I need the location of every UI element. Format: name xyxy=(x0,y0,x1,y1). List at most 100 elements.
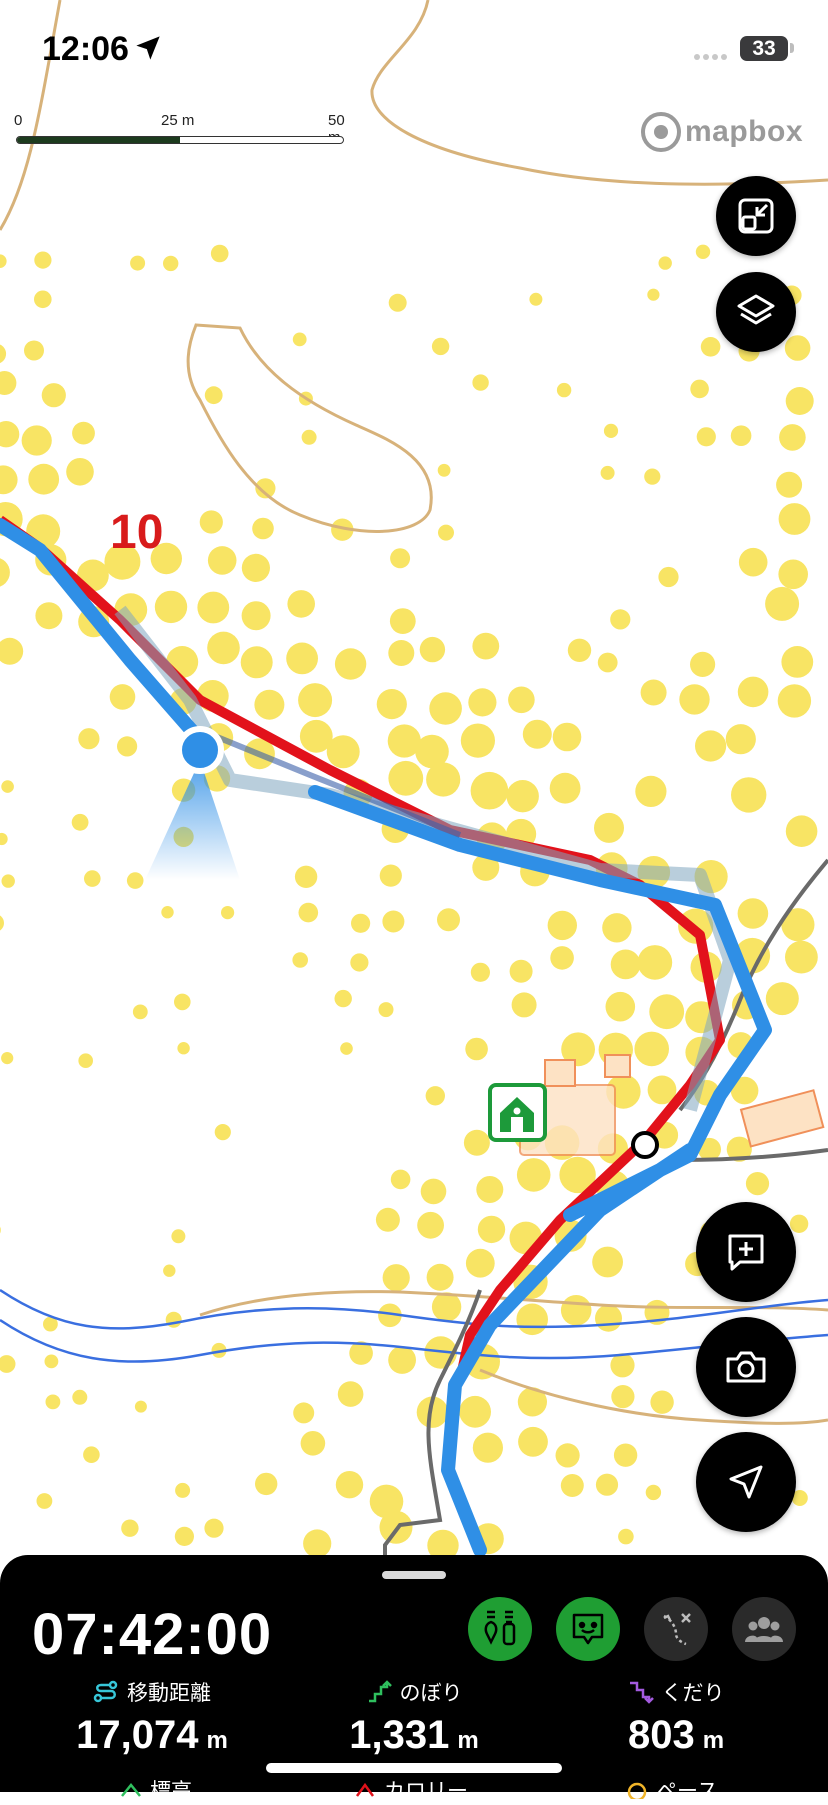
stat-ascent-value: 1,331 xyxy=(349,1713,450,1757)
heat-dot xyxy=(240,646,273,679)
stat-descent-label: くだり xyxy=(661,1682,725,1705)
heat-dot xyxy=(132,1004,148,1020)
scale-bar-fill xyxy=(17,137,180,143)
chat-icon xyxy=(572,1613,604,1645)
mode-chat-button[interactable] xyxy=(556,1597,620,1661)
heat-dot xyxy=(389,608,416,634)
waypoint-marker xyxy=(631,1131,659,1159)
heat-dot xyxy=(34,290,52,309)
heat-dot xyxy=(154,590,188,624)
heat-dot xyxy=(745,1172,770,1196)
heat-dot xyxy=(779,424,806,451)
heat-dot xyxy=(351,913,371,933)
heat-dot xyxy=(431,337,450,356)
heat-dot xyxy=(516,1158,551,1192)
heat-dot xyxy=(784,335,811,361)
signal-dots-icon xyxy=(694,54,727,60)
heat-dot xyxy=(765,982,799,1016)
add-note-button[interactable] xyxy=(696,1202,796,1302)
heat-dot xyxy=(294,865,318,888)
heat-dot xyxy=(776,471,803,498)
camera-button[interactable] xyxy=(696,1317,796,1417)
heat-dot xyxy=(298,902,319,923)
heat-dot xyxy=(610,1353,635,1378)
stat-distance: 移動距離 17,074 m xyxy=(42,1677,262,1758)
heat-dot xyxy=(470,962,490,982)
heat-dot xyxy=(508,686,535,714)
heat-dot xyxy=(255,1472,278,1496)
heat-dot xyxy=(610,609,631,630)
collapse-map-button[interactable] xyxy=(716,176,796,256)
heat-dot xyxy=(785,940,818,974)
heat-dot xyxy=(71,813,89,831)
heat-dot xyxy=(613,1443,638,1467)
activity-bottom-sheet[interactable]: 07:42:00 移動距離 17,074 m のぼり 1,331 m くだり 8… xyxy=(0,1555,828,1803)
scale-bar-track xyxy=(16,136,344,144)
heat-dot xyxy=(529,292,543,306)
mode-group-button[interactable] xyxy=(732,1597,796,1661)
mapbox-attribution[interactable]: mapbox xyxy=(641,110,803,154)
group-icon xyxy=(745,1617,783,1642)
heat-dot xyxy=(197,591,230,624)
heat-dot xyxy=(28,463,60,495)
sheet-drag-handle[interactable] xyxy=(382,1571,446,1579)
heat-dot xyxy=(635,775,667,808)
heat-dot xyxy=(210,244,229,263)
heat-dot xyxy=(550,946,574,970)
heat-dot xyxy=(738,547,768,577)
heat-dot xyxy=(459,1395,491,1428)
heat-dot xyxy=(506,780,539,813)
heat-dot xyxy=(161,906,174,919)
heat-dot xyxy=(21,425,52,456)
layers-button[interactable] xyxy=(716,272,796,352)
heat-dot xyxy=(429,692,462,725)
heat-dot xyxy=(637,945,673,980)
navigate-button[interactable] xyxy=(696,1432,796,1532)
heat-dot xyxy=(177,1042,190,1055)
heat-dot xyxy=(130,255,146,271)
heat-dot xyxy=(204,1518,224,1538)
home-indicator[interactable] xyxy=(266,1763,562,1773)
heat-dot xyxy=(199,510,223,534)
heat-dot xyxy=(390,1169,411,1190)
stat-ascent-label-row: のぼり xyxy=(304,1677,524,1707)
mode-route-button[interactable] xyxy=(644,1597,708,1661)
heat-dot xyxy=(388,1346,416,1374)
battery-cap xyxy=(790,43,794,53)
pace-icon xyxy=(627,1782,647,1799)
stat-distance-label-row: 移動距離 xyxy=(42,1677,262,1707)
heat-dot xyxy=(221,906,235,920)
stat-ascent-label: のぼり xyxy=(399,1682,463,1705)
scale-tick-25: 25 m xyxy=(161,112,195,129)
heat-dot xyxy=(552,722,582,752)
ascent-icon xyxy=(368,1680,392,1703)
stat-calorie-label: カロリー xyxy=(384,1780,468,1803)
heat-dot xyxy=(420,1178,447,1205)
stat-ascent: のぼり 1,331 m xyxy=(304,1677,524,1758)
heat-dot xyxy=(204,386,223,405)
heat-dot xyxy=(34,251,52,269)
stat-distance-value: 17,074 xyxy=(76,1713,199,1757)
heat-dot xyxy=(463,1129,490,1156)
heat-dot xyxy=(388,760,424,796)
navigate-icon xyxy=(729,1465,763,1499)
status-time: 12:06 xyxy=(42,30,129,68)
heat-dot xyxy=(465,1037,488,1061)
heat-dot xyxy=(511,992,537,1018)
heat-dot xyxy=(174,1526,194,1546)
stat-descent-value: 803 xyxy=(627,1713,695,1757)
map-canvas[interactable] xyxy=(0,0,828,1792)
heat-dot xyxy=(634,1031,669,1067)
hut-icon[interactable] xyxy=(488,1083,547,1142)
add-note-icon xyxy=(728,1234,764,1271)
mapbox-logo-text: mapbox xyxy=(685,115,804,148)
heat-dot xyxy=(605,991,636,1022)
heat-dot xyxy=(695,244,711,259)
heat-dot xyxy=(376,689,407,720)
heat-dot xyxy=(765,586,800,621)
mode-water-button[interactable] xyxy=(468,1597,532,1661)
heat-dot xyxy=(595,1473,619,1496)
heat-dot xyxy=(789,1214,809,1234)
heat-dot xyxy=(426,1263,454,1291)
heat-dot xyxy=(547,910,577,941)
